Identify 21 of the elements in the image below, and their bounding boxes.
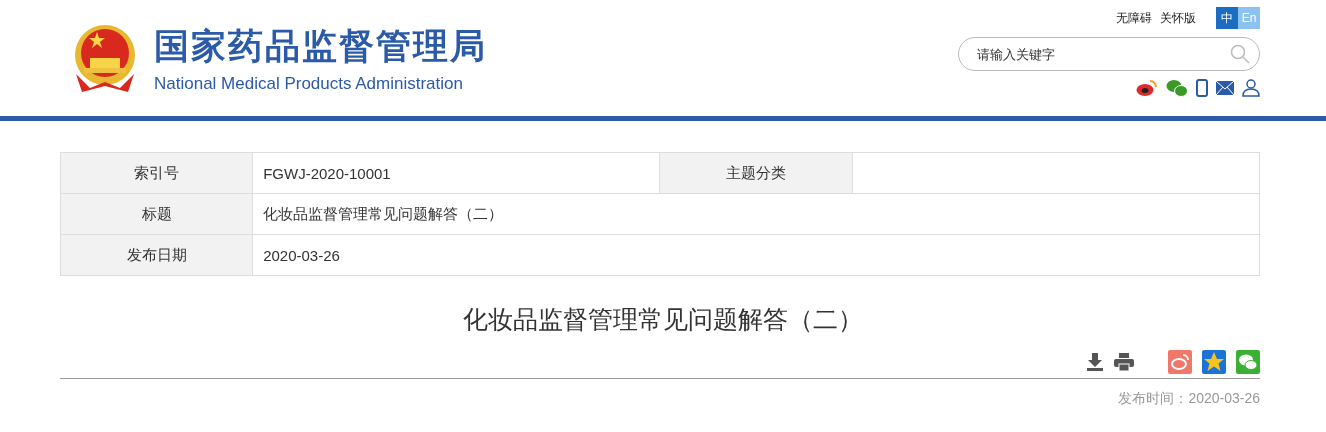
site-subtitle: National Medical Products Administration xyxy=(154,73,464,94)
field-value: 2020-03-26 xyxy=(252,234,1260,276)
field-label: 主题分类 xyxy=(660,152,853,194)
print-icon[interactable] xyxy=(1114,353,1134,371)
download-icon[interactable] xyxy=(1086,353,1104,371)
field-value: FGWJ-2020-10001 xyxy=(252,152,660,194)
field-label: 发布日期 xyxy=(60,234,253,276)
header-link[interactable]: 关怀版 xyxy=(1160,9,1196,27)
mail-icon[interactable] xyxy=(1216,81,1234,95)
field-label: 标题 xyxy=(60,193,253,235)
publish-date: 发布时间：2020-03-26 xyxy=(1118,390,1260,406)
phone-icon[interactable] xyxy=(1196,79,1208,97)
search-field[interactable]: 请输入关键字 xyxy=(958,37,1260,71)
user-icon[interactable] xyxy=(1242,79,1260,97)
article-title: 化妆品监督管理常见问题解答（二） xyxy=(462,304,864,335)
language-toggle[interactable]: 中 xyxy=(1216,7,1238,29)
field-label: 索引号 xyxy=(60,152,253,194)
header-link[interactable]: 无障碍 xyxy=(1116,9,1152,27)
star-share-icon[interactable] xyxy=(1202,350,1226,374)
site-title: 国家药品监督管理局 xyxy=(154,24,487,67)
field-value: 化妆品监督管理常见问题解答（二） xyxy=(252,193,1260,235)
